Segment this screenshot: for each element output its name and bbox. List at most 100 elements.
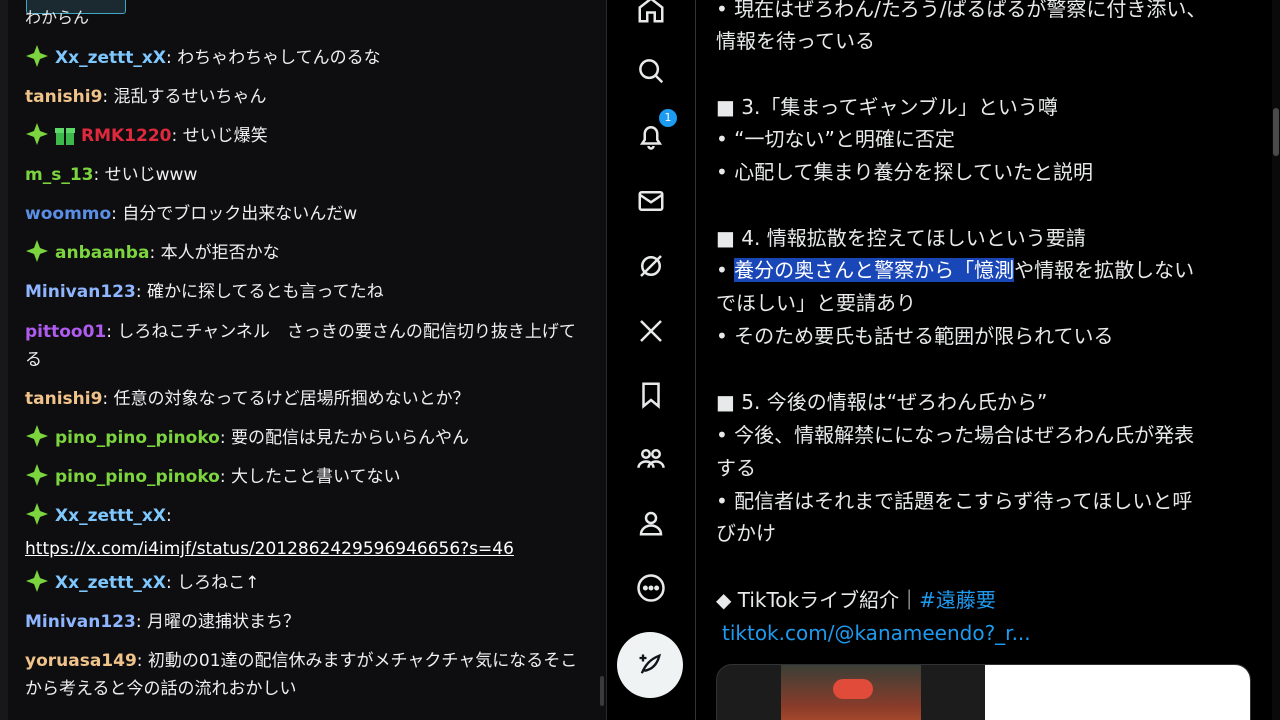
chat-text: : 大したこと書いてない — [219, 467, 401, 487]
x-logo-icon — [640, 320, 662, 342]
chat-username[interactable]: RMK1220 — [81, 126, 172, 146]
nav-notifications[interactable]: 1 — [629, 108, 678, 158]
nav-grok[interactable] — [629, 244, 673, 288]
gem-badge-icon — [25, 44, 49, 77]
chat-username[interactable]: Xx_zettt_xX — [55, 573, 166, 593]
chat-message: pittoo01: しろねこチャンネル さっきの要さんの配信切り抜き上げてる — [25, 318, 580, 374]
post-line: • 養分の奥さんと警察から「憶測や情報を拡散しない — [716, 258, 1195, 282]
chat-message: pino_pino_pinoko: 要の配信は見たからいらんやん — [25, 424, 580, 457]
chat-gutter — [0, 0, 8, 720]
chat-username[interactable]: pino_pino_pinoko — [55, 428, 220, 448]
bookmark-icon — [642, 382, 660, 409]
chat-text: : 自分でブロック出来ないんだw — [111, 204, 358, 224]
chat-message: Xx_zettt_xX: わちゃわちゃしてんのるな — [25, 44, 580, 77]
gem-badge-icon — [25, 424, 49, 457]
post-line: 情報を待っている — [716, 29, 875, 53]
gem-badge-icon — [25, 122, 49, 155]
chat-username[interactable]: anbaanba — [55, 243, 149, 263]
profile-icon — [639, 511, 663, 536]
chat-message: Xx_zettt_xX: https://x.com/i4imjf/status… — [25, 502, 580, 563]
feather-plus-icon — [639, 653, 662, 674]
nav-explore[interactable] — [629, 49, 673, 93]
gift-badge-icon — [55, 124, 75, 155]
chat-text: : 任意の対象なってるけど居場所掴めないとか？ — [102, 389, 470, 409]
link-preview-card[interactable] — [716, 664, 1251, 720]
communities-icon — [637, 449, 665, 468]
chat-username[interactable]: yoruasa149 — [25, 651, 137, 671]
chat-message: pino_pino_pinoko: 大したこと書いてない — [25, 463, 580, 496]
mail-icon — [638, 191, 664, 211]
chat-message: anbaanba: 本人が拒否かな — [25, 239, 580, 272]
chat-text: : しろねこ↑ — [165, 573, 260, 593]
compose-post-button[interactable] — [617, 632, 683, 698]
gem-badge-icon — [25, 239, 49, 272]
chat-partial-message: わからん — [25, 8, 90, 27]
post-line: • 今後、情報解禁にになった場合はぜろわん氏が発表 — [716, 423, 1195, 447]
chat-message: Xx_zettt_xX: しろねこ↑ — [25, 569, 580, 602]
card-image-area — [985, 665, 1250, 720]
home-icon — [638, 0, 664, 23]
post-line: でほしい」と要請あり — [716, 291, 916, 315]
page-scrollbar[interactable] — [1272, 0, 1280, 720]
chat-username[interactable]: Minivan123 — [25, 282, 136, 302]
chat-message: Minivan123: 確かに探してるとも言ってたね — [25, 278, 580, 306]
chat-text: : しろねこチャンネル さっきの要さんの配信切り抜き上げてる — [25, 322, 576, 370]
post-line: ■ 4. 情報拡散を控えてほしいという要請 — [716, 226, 1086, 250]
chat-username[interactable]: Minivan123 — [25, 612, 136, 632]
chat-link[interactable]: https://x.com/i4imjf/status/201286242959… — [25, 539, 514, 559]
chat-text: : 混乱するせいちゃん — [102, 87, 267, 107]
chat-text: : 月曜の逮捕状まち？ — [135, 612, 300, 632]
post-line: • そのため要氏も話せる範囲が限られている — [716, 324, 1114, 348]
post-line: • 心配して集まり養分を探していたと説明 — [716, 160, 1093, 184]
nav-communities[interactable] — [629, 437, 673, 481]
chat-panel: わからん Xx_zettt_xX: わちゃわちゃしてんのるな tanishi9: … — [0, 0, 607, 720]
chat-message: tanishi9: 任意の対象なってるけど居場所掴めないとか？ — [25, 385, 580, 413]
chat-username[interactable]: tanishi9 — [25, 87, 102, 107]
notification-count-badge: 1 — [658, 108, 678, 128]
post-line: ■ 5. 今後の情報は“ぜろわん氏から” — [716, 390, 1048, 414]
chat-text: : 要の配信は見たからいらんやん — [219, 428, 470, 448]
post-line: びかけ — [716, 521, 776, 545]
gem-badge-icon — [25, 502, 49, 535]
x-nav-rail: 1 — [607, 0, 696, 720]
post-line: ■ 3.「集まってギャンブル」という噂 — [716, 95, 1058, 119]
chat-username[interactable]: m_s_13 — [25, 165, 94, 185]
chat-username[interactable]: Xx_zettt_xX — [55, 506, 166, 526]
chat-message: yoruasa149: 初動の01達の配信休みますがメチャクチャ気になるそこから… — [25, 647, 580, 703]
gem-badge-icon — [25, 569, 49, 602]
chat-message: m_s_13: せいじwww — [25, 161, 580, 189]
chat-message: tanishi9: 混乱するせいちゃん — [25, 83, 580, 111]
page-scrollbar-thumb[interactable] — [1273, 108, 1279, 156]
chat-scrollbar[interactable] — [600, 676, 604, 706]
search-icon — [639, 59, 664, 84]
more-icon — [637, 574, 665, 602]
tiktok-line: ◆ TikTokライブ紹介｜#遠藤要 — [716, 584, 996, 617]
post-line: • 現在はぜろわん/たろう/ぱるぱるが警察に付き添い、 — [716, 0, 1207, 21]
hashtag-link[interactable]: #遠藤要 — [919, 588, 996, 612]
card-thumbnail — [781, 665, 921, 720]
post-line: • “一切ない”と明確に否定 — [716, 127, 955, 151]
tiktok-url-link[interactable]: tiktok.com/@kanameendo?_r... — [722, 617, 1031, 650]
tiktok-prefix: ◆ TikTokライブ紹介｜ — [716, 588, 920, 612]
chat-text: : せいじ爆笑 — [171, 126, 268, 146]
selected-text[interactable]: 養分の奥さんと警察から「憶測 — [734, 258, 1015, 282]
nav-premium[interactable] — [629, 309, 673, 353]
chat-text: : — [165, 506, 172, 526]
chat-message: RMK1220: せいじ爆笑 — [25, 122, 580, 155]
nav-home[interactable] — [629, 0, 673, 32]
nav-messages[interactable] — [629, 179, 673, 223]
nav-profile[interactable] — [629, 501, 673, 545]
chat-username[interactable]: pittoo01 — [25, 322, 106, 342]
nav-bookmarks[interactable] — [629, 373, 673, 417]
chat-username[interactable]: woommo — [25, 204, 111, 224]
chat-text: : 本人が拒否かな — [149, 243, 280, 263]
post-line: する — [716, 456, 756, 480]
chat-text: : わちゃわちゃしてんのるな — [165, 48, 381, 68]
chat-text: : 確かに探してるとも言ってたね — [135, 282, 384, 302]
post-body: • 現在はぜろわん/たろう/ぱるぱるが警察に付き添い、 情報を待っている ■ 3.「… — [696, 0, 1272, 720]
chat-username[interactable]: tanishi9 — [25, 389, 102, 409]
chat-username[interactable]: pino_pino_pinoko — [55, 467, 220, 487]
nav-more[interactable] — [629, 566, 673, 610]
chat-username[interactable]: Xx_zettt_xX — [55, 48, 166, 68]
post-line: • 配信者はそれまで話題をこすらず待ってほしいと呼 — [716, 489, 1193, 513]
